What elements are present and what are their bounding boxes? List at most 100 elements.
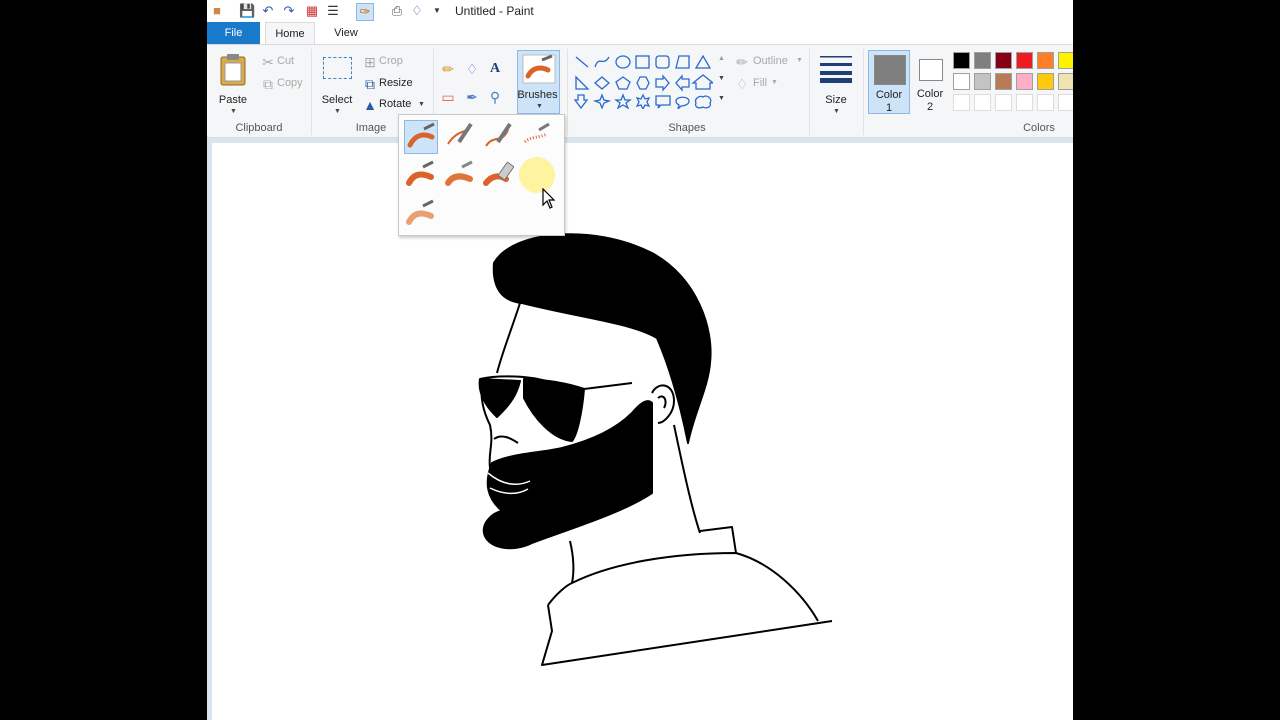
up-arrow-shape-icon[interactable]: [691, 74, 713, 90]
resize-icon: ⧉: [365, 76, 375, 92]
left-arrow-shape-icon[interactable]: [675, 74, 690, 92]
ribbon: Paste ▼ ✂ Cut ⧉ Copy Clipboard Select ▼ …: [207, 44, 1073, 138]
menu-lines-icon[interactable]: ☰: [325, 3, 341, 19]
palette-swatch-yellow[interactable]: [1058, 52, 1073, 69]
palette-swatch-brown[interactable]: [995, 73, 1012, 90]
hexagon-shape-icon[interactable]: [636, 76, 650, 90]
chevron-down-icon: ▼: [334, 108, 341, 115]
palette-swatch-pink[interactable]: [1016, 73, 1033, 90]
redo-icon[interactable]: ↷: [281, 3, 297, 19]
palette-swatch-empty[interactable]: [953, 94, 970, 111]
palette-swatch-light-gray[interactable]: [974, 73, 991, 90]
chevron-up-icon[interactable]: ▲: [718, 55, 725, 62]
diamond-shape-icon[interactable]: [594, 76, 610, 90]
oil-brush-icon: [406, 160, 434, 186]
tab-file[interactable]: File: [207, 22, 260, 44]
color2-button[interactable]: Color 2: [910, 50, 950, 114]
resize-button[interactable]: Resize: [379, 77, 413, 89]
chevron-down-icon[interactable]: ▼: [718, 75, 725, 82]
rotate-button[interactable]: Rotate: [379, 98, 411, 110]
fill-icon[interactable]: ♢: [463, 61, 481, 77]
palette-swatch-white[interactable]: [953, 73, 970, 90]
cut-button[interactable]: Cut: [277, 55, 294, 67]
palette-swatch-empty[interactable]: [1058, 94, 1073, 111]
triangle-shape-icon[interactable]: [694, 54, 712, 69]
right-arrow-shape-icon[interactable]: [655, 74, 670, 92]
brushes-button[interactable]: Brushes ▼: [517, 50, 560, 114]
crop-button[interactable]: Crop: [379, 55, 403, 67]
right-triangle-shape-icon[interactable]: [575, 75, 590, 90]
curve-shape-icon[interactable]: [594, 56, 610, 68]
chevron-down-icon: ▼: [796, 57, 803, 64]
magnifier-icon[interactable]: ⚲: [486, 89, 504, 105]
brush-option-crayon[interactable]: [443, 159, 477, 193]
down-arrow-shape-icon[interactable]: [573, 94, 589, 109]
line-shape-icon[interactable]: [575, 56, 589, 68]
palette-swatch-black[interactable]: [953, 52, 970, 69]
polygon-shape-icon[interactable]: [675, 55, 690, 69]
tab-view[interactable]: View: [325, 22, 367, 44]
brush-option-marker[interactable]: [482, 159, 516, 193]
select-button[interactable]: Select ▼: [319, 51, 355, 117]
four-point-star-shape-icon[interactable]: [592, 93, 612, 109]
palette-swatch-orange[interactable]: [1037, 52, 1054, 69]
brush-option-oil[interactable]: [404, 159, 438, 193]
clipboard-group-label: Clipboard: [235, 122, 283, 134]
customize-quick-access-icon[interactable]: ▼: [429, 3, 445, 19]
undo-icon[interactable]: ↶: [260, 3, 276, 19]
color2-swatch: [919, 59, 943, 81]
six-point-star-shape-icon[interactable]: [635, 93, 651, 109]
paint-app-icon[interactable]: ■: [209, 3, 225, 19]
color-picker-icon[interactable]: ✒: [463, 89, 481, 105]
drawing-canvas[interactable]: [212, 143, 1073, 720]
canvas-area: [207, 138, 1073, 720]
brush-option-calligraphy-2[interactable]: [482, 120, 516, 154]
rectangular-callout-shape-icon[interactable]: [655, 95, 671, 109]
palette-swatch-empty[interactable]: [1016, 94, 1033, 111]
pencil-icon[interactable]: ✏: [439, 61, 457, 77]
crayon-icon: [445, 160, 473, 186]
rounded-rectangle-shape-icon[interactable]: [655, 55, 670, 69]
palette-swatch-gray[interactable]: [974, 52, 991, 69]
brush-option-brush[interactable]: [404, 120, 438, 154]
copy-button[interactable]: Copy: [277, 77, 303, 89]
shapes-gallery[interactable]: [573, 53, 713, 109]
color1-button[interactable]: Color 1: [868, 50, 910, 114]
palette-swatch-empty[interactable]: [974, 94, 991, 111]
outline-button[interactable]: Outline: [753, 55, 788, 67]
print-icon[interactable]: ⎙: [389, 3, 405, 19]
select-label: Select: [321, 94, 353, 106]
color-palette: [953, 52, 1073, 114]
oval-callout-shape-icon[interactable]: [675, 96, 690, 109]
pentagon-shape-icon[interactable]: [615, 76, 631, 90]
chevron-down-icon: ▼: [418, 101, 425, 108]
cloud-callout-shape-icon[interactable]: [694, 95, 712, 109]
fill-button[interactable]: Fill: [753, 77, 767, 89]
oval-shape-icon[interactable]: [615, 55, 631, 69]
calligraphy-brush-icon: [447, 122, 473, 145]
tab-home[interactable]: Home: [265, 22, 315, 44]
five-point-star-shape-icon[interactable]: [614, 93, 632, 109]
rectangle-shape-icon[interactable]: [635, 55, 650, 69]
palette-swatch-empty[interactable]: [995, 94, 1012, 111]
palette-swatch-dark-red[interactable]: [995, 52, 1012, 69]
line-width-icon: [820, 56, 852, 83]
divider: [809, 49, 810, 135]
paste-button[interactable]: Paste ▼: [215, 51, 251, 117]
palette-swatch-light-yellow[interactable]: [1058, 73, 1073, 90]
size-button[interactable]: Size ▼: [816, 51, 856, 117]
brush-option-watercolor[interactable]: [404, 198, 438, 232]
palette-swatch-red[interactable]: [1016, 52, 1033, 69]
brush-option-airbrush[interactable]: [521, 120, 555, 154]
brush-option-calligraphy-1[interactable]: [443, 120, 477, 154]
text-icon[interactable]: A: [486, 61, 504, 77]
brush-quick-icon[interactable]: ✑: [356, 3, 374, 21]
image-group-label: Image: [355, 122, 387, 134]
palette-swatch-gold[interactable]: [1037, 73, 1054, 90]
save-icon[interactable]: 💾: [239, 3, 255, 19]
fill-quick-icon[interactable]: ♢: [409, 3, 425, 19]
more-shapes-icon[interactable]: ▼: [718, 95, 725, 102]
palette-swatch-empty[interactable]: [1037, 94, 1054, 111]
image-properties-icon[interactable]: ▦: [304, 3, 320, 19]
eraser-icon[interactable]: ▭: [439, 89, 457, 105]
